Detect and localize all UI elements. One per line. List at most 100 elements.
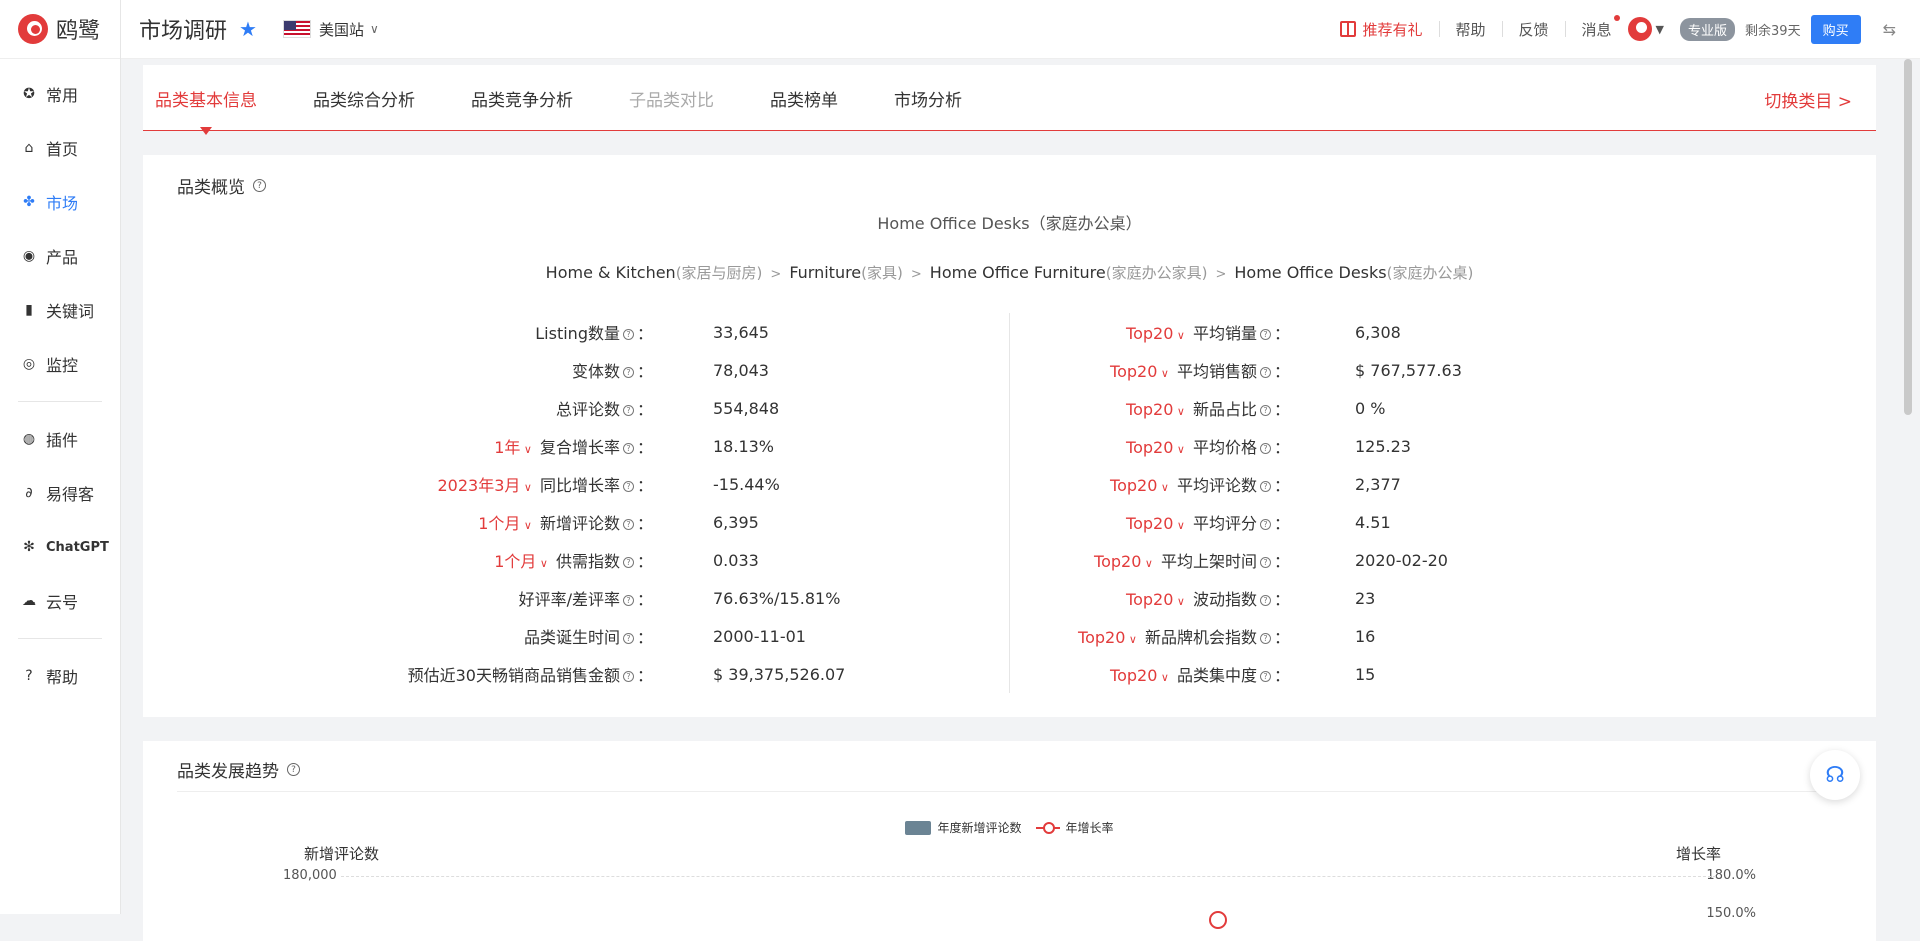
question-icon[interactable]: ? <box>622 633 634 644</box>
question-icon[interactable]: ? <box>622 481 634 492</box>
breadcrumb-item[interactable]: Furniture(家具) <box>789 263 903 282</box>
logo[interactable]: 鸥鹭 <box>0 0 120 59</box>
period-selector[interactable]: Top20 ∨ <box>1110 362 1169 381</box>
help-icon: ? <box>25 668 33 684</box>
sidebar-item-cloud[interactable]: ☁ 云号 <box>0 574 120 628</box>
question-icon[interactable]: ? <box>622 443 634 454</box>
messages-link[interactable]: 消息 <box>1582 14 1620 40</box>
stat-value: 76.63%/15.81% <box>713 588 841 608</box>
question-icon[interactable]: ? <box>253 179 266 192</box>
tab-market[interactable]: 市场分析 <box>894 86 962 111</box>
star-icon[interactable]: ★ <box>239 17 257 41</box>
bar-chart-icon: ▮ <box>25 302 33 318</box>
tab-comprehensive[interactable]: 品类综合分析 <box>313 86 415 111</box>
scroll-thumb[interactable] <box>1904 59 1912 415</box>
period-selector[interactable]: Top20 ∨ <box>1110 666 1169 685</box>
sidebar-item-keyword[interactable]: ▮ 关键词 <box>0 283 120 337</box>
line-swatch <box>1035 821 1060 834</box>
sidebar-item-help[interactable]: ? 帮助 <box>0 649 120 703</box>
question-icon[interactable]: ? <box>1259 367 1271 378</box>
tab-competition[interactable]: 品类竞争分析 <box>471 86 573 111</box>
sidebar-item-monitor[interactable]: ◎ 监控 <box>0 337 120 391</box>
period-selector[interactable]: 1个月 ∨ <box>494 552 548 571</box>
sidebar-item-edk[interactable]: ∂ 易得客 <box>0 466 120 520</box>
chevron-right-icon: > <box>1215 267 1227 282</box>
period-selector[interactable]: Top20 ∨ <box>1078 628 1137 647</box>
period-selector[interactable]: Top20 ∨ <box>1110 476 1169 495</box>
sidebar-item-chatgpt[interactable]: ✻ ChatGPT <box>0 520 120 574</box>
question-icon[interactable]: ? <box>1259 405 1271 416</box>
category-overview: 品类概览 ? Home Office Desks（家庭办公桌） Home & K… <box>143 155 1876 717</box>
buy-button[interactable]: 购买 <box>1810 14 1861 44</box>
legend-bar[interactable]: 年度新增评论数 <box>905 819 1022 836</box>
breadcrumb-item[interactable]: Home Office Desks(家庭办公桌) <box>1234 263 1473 282</box>
breadcrumb-item[interactable]: Home & Kitchen(家居与厨房) <box>546 263 763 282</box>
period-selector[interactable]: Top20 ∨ <box>1126 400 1185 419</box>
sidebar-item-plugin[interactable]: ◍ 插件 <box>0 412 120 466</box>
sidebar-item-common[interactable]: ✪ 常用 <box>0 67 120 121</box>
tab-subcategory[interactable]: 子品类对比 <box>629 86 714 111</box>
oulu-logo-icon <box>18 14 48 44</box>
question-icon[interactable]: ? <box>622 329 634 340</box>
question-icon[interactable]: ? <box>622 595 634 606</box>
period-selector[interactable]: 2023年3月 ∨ <box>438 476 532 495</box>
stat-label: Top20 ∨ 平均销售额?： <box>1110 362 1290 381</box>
avatar[interactable] <box>1627 17 1652 41</box>
divider <box>1501 21 1503 37</box>
breadcrumb-item[interactable]: Home Office Furniture(家庭办公家具) <box>930 263 1208 282</box>
question-icon[interactable]: ? <box>1259 329 1271 340</box>
question-icon[interactable]: ? <box>622 519 634 530</box>
stat-value: 6,308 <box>1355 322 1401 342</box>
question-icon[interactable]: ? <box>1259 481 1271 492</box>
question-icon[interactable]: ? <box>1259 519 1271 530</box>
customer-support-icon[interactable]: ☊ <box>1810 750 1860 800</box>
switch-category-link[interactable]: 切换类目 > <box>1764 87 1852 112</box>
sidebar-item-home[interactable]: ⌂ 首页 <box>0 121 120 175</box>
tabs-card: 品类基本信息 品类综合分析 品类竞争分析 子品类对比 品类榜单 市场分析 切换类… <box>143 65 1876 131</box>
period-selector[interactable]: 1年 ∨ <box>494 438 532 457</box>
chevron-down-icon: ∨ <box>1157 481 1169 494</box>
caret-down-icon[interactable]: ▼ <box>1656 23 1664 36</box>
unread-dot <box>1613 14 1620 21</box>
period-selector[interactable]: Top20 ∨ <box>1094 552 1153 571</box>
period-selector[interactable]: Top20 ∨ <box>1126 590 1185 609</box>
question-icon[interactable]: ? <box>1259 557 1271 568</box>
recommend-link[interactable]: 推荐有礼 <box>1340 19 1423 40</box>
stat-value: $ 39,375,526.07 <box>713 664 846 684</box>
site-selector[interactable]: 美国站 ∨ <box>282 19 379 40</box>
stat-label: 总评论数?： <box>555 400 653 419</box>
question-icon[interactable]: ? <box>622 405 634 416</box>
period-selector[interactable]: Top20 ∨ <box>1126 324 1185 343</box>
period-selector[interactable]: 1个月 ∨ <box>478 514 532 533</box>
tab-ranking[interactable]: 品类榜单 <box>770 86 838 111</box>
question-icon[interactable]: ? <box>1259 671 1271 682</box>
site-label: 美国站 <box>318 20 364 39</box>
legend-line[interactable]: 年增长率 <box>1035 819 1114 836</box>
chevron-right-icon: > <box>770 267 782 282</box>
sidebar-item-product[interactable]: ◉ 产品 <box>0 229 120 283</box>
scrollbar[interactable] <box>1904 59 1912 914</box>
chevron-down-icon: ∨ <box>1141 557 1153 570</box>
question-icon[interactable]: ? <box>1259 633 1271 644</box>
plan-badge: 专业版 <box>1680 17 1736 41</box>
swap-icon[interactable]: ⇆ <box>1883 20 1896 39</box>
help-link[interactable]: 帮助 <box>1456 19 1486 40</box>
question-icon[interactable]: ? <box>287 763 300 776</box>
sidebar-item-market[interactable]: ✤ 市场 <box>0 175 120 229</box>
period-selector[interactable]: Top20 ∨ <box>1126 514 1185 533</box>
market-icon: ✤ <box>23 194 35 210</box>
chevron-down-icon: ∨ <box>1173 595 1185 608</box>
stat-label: Top20 ∨ 平均评论数?： <box>1110 476 1290 495</box>
tab-bar: 品类基本信息 品类综合分析 品类竞争分析 子品类对比 品类榜单 市场分析 <box>143 65 1876 131</box>
question-icon[interactable]: ? <box>1259 595 1271 606</box>
top-bar: 市场调研 ★ 美国站 ∨ 推荐有礼 帮助 反馈 消息 ▼ 专业版 剩余39天 购… <box>121 0 1920 59</box>
question-icon[interactable]: ? <box>622 557 634 568</box>
bar-swatch <box>905 820 932 835</box>
period-selector[interactable]: Top20 ∨ <box>1126 438 1185 457</box>
feedback-link[interactable]: 反馈 <box>1519 19 1549 40</box>
question-icon[interactable]: ? <box>1259 443 1271 454</box>
question-icon[interactable]: ? <box>622 367 634 378</box>
question-icon[interactable]: ? <box>622 671 634 682</box>
tab-basic-info[interactable]: 品类基本信息 <box>155 86 257 111</box>
stat-row: Top20 ∨ 平均价格?： 125.23 <box>1010 427 1875 465</box>
